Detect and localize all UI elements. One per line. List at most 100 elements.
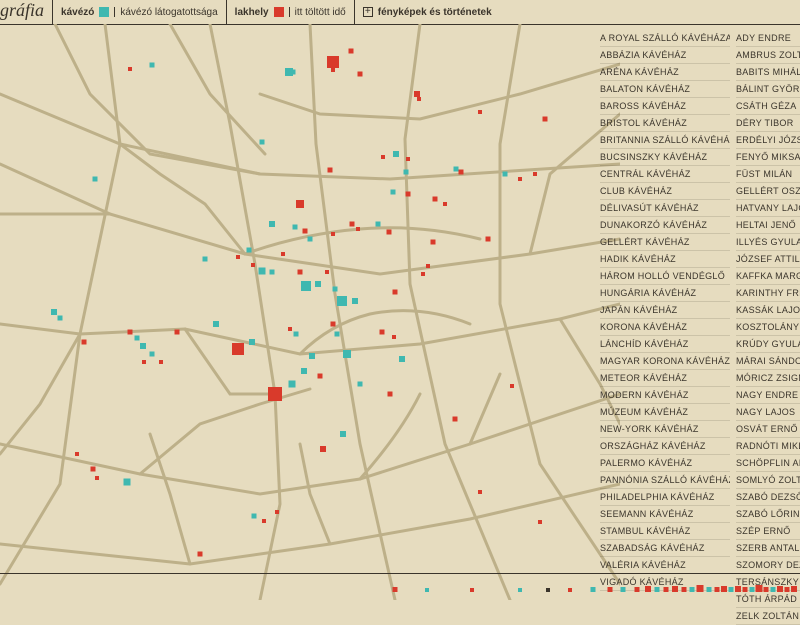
timeline-tick[interactable] [715, 587, 720, 592]
writer-list-item[interactable]: ERDÉLYI JÓZSEF [736, 132, 800, 149]
home-marker[interactable] [281, 252, 285, 256]
home-marker[interactable] [320, 446, 326, 452]
timeline-tick[interactable] [777, 586, 783, 592]
cafe-list-item[interactable]: MAGYAR KORONA KÁVÉHÁZA [600, 353, 730, 370]
timeline-tick[interactable] [771, 587, 776, 592]
timeline-tick[interactable] [425, 588, 429, 592]
cafe-marker[interactable] [289, 381, 296, 388]
writer-list-item[interactable]: SZERB ANTAL [736, 540, 800, 557]
cafe-list-item[interactable]: A ROYAL SZÁLLÓ KÁVÉHÁZA [600, 30, 730, 47]
home-marker[interactable] [331, 68, 335, 72]
cafe-marker[interactable] [393, 151, 399, 157]
writer-list-item[interactable]: KARINTHY FRIGYES [736, 285, 800, 302]
timeline-tick[interactable] [697, 585, 704, 592]
home-marker[interactable] [392, 335, 396, 339]
timeline-tick[interactable] [645, 586, 651, 592]
home-marker[interactable] [318, 374, 323, 379]
cafe-list-item[interactable]: PANNÓNIA SZÁLLÓ KÁVÉHÁZA [600, 472, 730, 489]
writer-list-item[interactable]: ADY ENDRE [736, 30, 800, 47]
cafe-list-item[interactable]: BUCSINSZKY KÁVÉHÁZ [600, 149, 730, 166]
writer-list-item[interactable]: SZABÓ DEZSŐ [736, 489, 800, 506]
timeline-tick[interactable] [621, 587, 626, 592]
home-marker[interactable] [296, 200, 304, 208]
cafe-list-item[interactable]: KORONA KÁVÉHÁZ [600, 319, 730, 336]
home-marker[interactable] [417, 97, 421, 101]
home-marker[interactable] [393, 290, 398, 295]
home-marker[interactable] [426, 264, 430, 268]
home-marker[interactable] [142, 360, 146, 364]
writer-list-item[interactable]: NAGY LAJOS [736, 404, 800, 421]
writer-list-item[interactable]: SOMLYÓ ZOLTÁN [736, 472, 800, 489]
cafe-list-item[interactable]: MÚZEUM KÁVÉHÁZ [600, 404, 730, 421]
home-marker[interactable] [275, 510, 279, 514]
cafe-list-item[interactable]: ARÉNA KÁVÉHÁZ [600, 64, 730, 81]
timeline-tick[interactable] [608, 587, 613, 592]
cafe-marker[interactable] [333, 287, 338, 292]
home-marker[interactable] [387, 230, 392, 235]
timeline-tick[interactable] [672, 586, 678, 592]
writer-list-item[interactable]: SZÉP ERNŐ [736, 523, 800, 540]
writer-list-item[interactable]: SZOMORY DEZSŐ [736, 557, 800, 574]
writer-list-item[interactable]: SZABÓ LŐRINC [736, 506, 800, 523]
cafe-list-item[interactable]: GELLÉRT KÁVÉHÁZ [600, 234, 730, 251]
writer-list-item[interactable]: KASSÁK LAJOS [736, 302, 800, 319]
cafe-marker[interactable] [343, 350, 351, 358]
timeline-strip[interactable] [0, 573, 800, 594]
cafe-marker[interactable] [259, 268, 266, 275]
writer-list-item[interactable]: SCHÖPFLIN ALADÁR [736, 455, 800, 472]
cafe-list-item[interactable]: HADIK KÁVÉHÁZ [600, 251, 730, 268]
writer-list-item[interactable]: KRÚDY GYULA [736, 336, 800, 353]
home-marker[interactable] [298, 270, 303, 275]
cafe-list-item[interactable]: DÉLIVASÚT KÁVÉHÁZ [600, 200, 730, 217]
cafe-list-item[interactable]: HÁROM HOLLÓ VENDÉGLŐ [600, 268, 730, 285]
cafe-marker[interactable] [308, 237, 313, 242]
cafe-marker[interactable] [337, 296, 347, 306]
cafe-marker[interactable] [150, 63, 155, 68]
timeline-tick[interactable] [729, 587, 734, 592]
timeline-tick[interactable] [470, 588, 474, 592]
home-marker[interactable] [453, 417, 458, 422]
timeline-tick[interactable] [393, 587, 398, 592]
timeline-tick[interactable] [743, 587, 748, 592]
timeline-tick[interactable] [791, 586, 797, 592]
timeline-tick[interactable] [518, 588, 522, 592]
cafe-marker[interactable] [140, 343, 146, 349]
writer-list-item[interactable]: CSÁTH GÉZA [736, 98, 800, 115]
home-marker[interactable] [82, 340, 87, 345]
home-marker[interactable] [251, 263, 255, 267]
writer-list-item[interactable]: MÓRICZ ZSIGMOND [736, 370, 800, 387]
cafe-marker[interactable] [135, 336, 140, 341]
home-marker[interactable] [95, 476, 99, 480]
cafe-marker[interactable] [376, 222, 381, 227]
cafe-marker[interactable] [340, 431, 346, 437]
cafe-list-item[interactable]: STAMBUL KÁVÉHÁZ [600, 523, 730, 540]
cafe-marker[interactable] [260, 140, 265, 145]
cafe-marker[interactable] [213, 321, 219, 327]
cafe-list-item[interactable]: DUNAKORZÓ KÁVÉHÁZ [600, 217, 730, 234]
home-marker[interactable] [459, 170, 464, 175]
cafe-list-item[interactable]: PHILADELPHIA KÁVÉHÁZ [600, 489, 730, 506]
writer-list-item[interactable]: JÓZSEF ATTILA [736, 251, 800, 268]
cafe-list-item[interactable]: LÁNCHÍD KÁVÉHÁZ [600, 336, 730, 353]
timeline-tick[interactable] [707, 587, 712, 592]
writer-list-item[interactable]: AMBRUS ZOLTÁN [736, 47, 800, 64]
cafe-marker[interactable] [291, 70, 296, 75]
home-marker[interactable] [358, 72, 363, 77]
home-marker[interactable] [518, 177, 522, 181]
home-marker[interactable] [331, 232, 335, 236]
cafe-marker[interactable] [404, 170, 409, 175]
timeline-tick[interactable] [690, 587, 695, 592]
cafe-list-item[interactable]: PALERMO KÁVÉHÁZ [600, 455, 730, 472]
timeline-tick[interactable] [546, 588, 550, 592]
writer-list-item[interactable]: NAGY ENDRE [736, 387, 800, 404]
cafe-marker[interactable] [309, 353, 315, 359]
cafe-marker[interactable] [269, 221, 275, 227]
cafe-list-item[interactable]: METEOR KÁVÉHÁZ [600, 370, 730, 387]
cafe-list-item[interactable]: BRISTOL KÁVÉHÁZ [600, 115, 730, 132]
home-marker[interactable] [328, 168, 333, 173]
home-marker[interactable] [421, 272, 425, 276]
cafe-list-item[interactable]: ABBÁZIA KÁVÉHÁZ [600, 47, 730, 64]
home-marker[interactable] [236, 255, 240, 259]
writer-list-item[interactable]: GELLÉRT OSZKÁR [736, 183, 800, 200]
home-marker[interactable] [159, 360, 163, 364]
